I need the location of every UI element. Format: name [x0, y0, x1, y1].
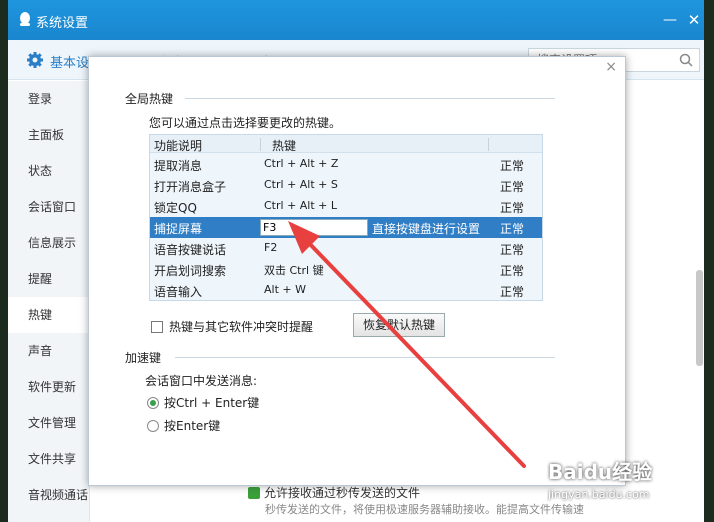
conflict-reminder-option[interactable]: 热键与其它软件冲突时提醒	[151, 318, 313, 335]
qq-settings-window: 系统设置 — ✕ 基本设置 安全设置 权限设置 登录 主面板 状态 会话窗口 信…	[0, 0, 714, 522]
radio-enter[interactable]: 按Enter键	[147, 417, 220, 434]
accept-flash-transfer-option[interactable]: 允许接收通过秒传发送的文件	[248, 484, 420, 501]
column-hotkey: 热键	[272, 139, 297, 153]
sidebar-item-sound[interactable]: 声音	[8, 333, 89, 369]
column-description: 功能说明	[154, 139, 203, 153]
table-row[interactable]: 锁定QQ Ctrl + Alt + L 正常	[150, 196, 542, 217]
hotkey-table: 功能说明 热键 提取消息 Ctrl + Alt + Z 正常 打开消息盒子 Ctrl …	[149, 134, 543, 301]
radio-unselected-icon[interactable]	[147, 420, 159, 432]
scrollbar[interactable]	[696, 270, 703, 366]
table-row-selected[interactable]: 捕捉屏幕 F3 直接按键盘进行设置 正常	[150, 217, 542, 238]
table-row[interactable]: 语音输入 Alt + W 正常	[150, 280, 542, 301]
dialog-close-icon[interactable]: ×	[605, 59, 617, 75]
sidebar-item-software-update[interactable]: 软件更新	[8, 369, 89, 405]
table-row[interactable]: 开启划词搜索 双击 Ctrl 键正常	[150, 259, 542, 280]
column-separator	[260, 138, 261, 151]
section-accelerator-keys: 加速键	[125, 351, 162, 365]
column-separator	[488, 138, 489, 151]
section-global-hotkeys: 全局热键	[125, 92, 174, 106]
table-row[interactable]: 提取消息 Ctrl + Alt + Z 正常	[150, 154, 542, 175]
send-message-label: 会话窗口中发送消息:	[145, 374, 258, 388]
watermark-logo: Baidu经验	[548, 460, 653, 484]
sidebar-item-file-management[interactable]: 文件管理	[8, 405, 89, 441]
divider	[185, 98, 555, 99]
hotkey-dialog: × 全局热键 您可以通过点击选择要更改的热键。 功能说明 热键 提取消息 Ctrl…	[88, 56, 626, 486]
search-icon[interactable]	[679, 53, 693, 67]
close-icon[interactable]: ✕	[686, 12, 702, 28]
radio-ctrl-enter[interactable]: 按Ctrl + Enter键	[147, 394, 259, 411]
hotkey-edit-tip: 直接按键盘进行设置	[372, 222, 481, 236]
hotkey-edit-field[interactable]: F3	[260, 219, 368, 236]
qq-logo-icon	[20, 12, 30, 26]
sidebar-item-status[interactable]: 状态	[8, 153, 89, 189]
sidebar-item-reminder[interactable]: 提醒	[8, 261, 89, 297]
restore-default-hotkeys-button[interactable]: 恢复默认热键	[353, 313, 445, 337]
window-title: 系统设置	[36, 16, 89, 31]
watermark-url: jingyan.baidu.com	[548, 488, 650, 501]
sidebar-item-hotkeys[interactable]: 热键	[8, 297, 89, 333]
checkbox-checked-icon[interactable]	[248, 487, 260, 499]
table-header: 功能说明 热键	[150, 135, 542, 153]
background-desktop-right	[704, 0, 714, 522]
background-desktop-left	[0, 0, 8, 522]
sidebar-item-login[interactable]: 登录	[8, 81, 89, 117]
divider	[175, 357, 555, 358]
hotkey-hint: 您可以通过点击选择要更改的热键。	[149, 116, 342, 130]
sidebar-item-file-sharing[interactable]: 文件共享	[8, 441, 89, 477]
sidebar: 登录 主面板 状态 会话窗口 信息展示 提醒 热键 声音 软件更新 文件管理 文…	[8, 81, 90, 522]
flash-transfer-description: 秒传发送的文件，将使用极速服务器辅助接收。能提高文件传输速	[265, 503, 584, 516]
table-row[interactable]: 语音按键说话 F2 正常	[150, 238, 542, 259]
table-row[interactable]: 打开消息盒子 Ctrl + Alt + S 正常	[150, 175, 542, 196]
gear-icon	[27, 52, 43, 68]
sidebar-item-info-display[interactable]: 信息展示	[8, 225, 89, 261]
sidebar-item-main-panel[interactable]: 主面板	[8, 117, 89, 153]
title-bar: 系统设置 — ✕	[8, 0, 704, 40]
sidebar-item-chat-window[interactable]: 会话窗口	[8, 189, 89, 225]
sidebar-item-av-call[interactable]: 音视频通话	[8, 477, 89, 513]
radio-selected-icon[interactable]	[147, 397, 159, 409]
minimize-icon[interactable]: —	[662, 12, 678, 28]
checkbox-unchecked-icon[interactable]	[151, 321, 163, 333]
